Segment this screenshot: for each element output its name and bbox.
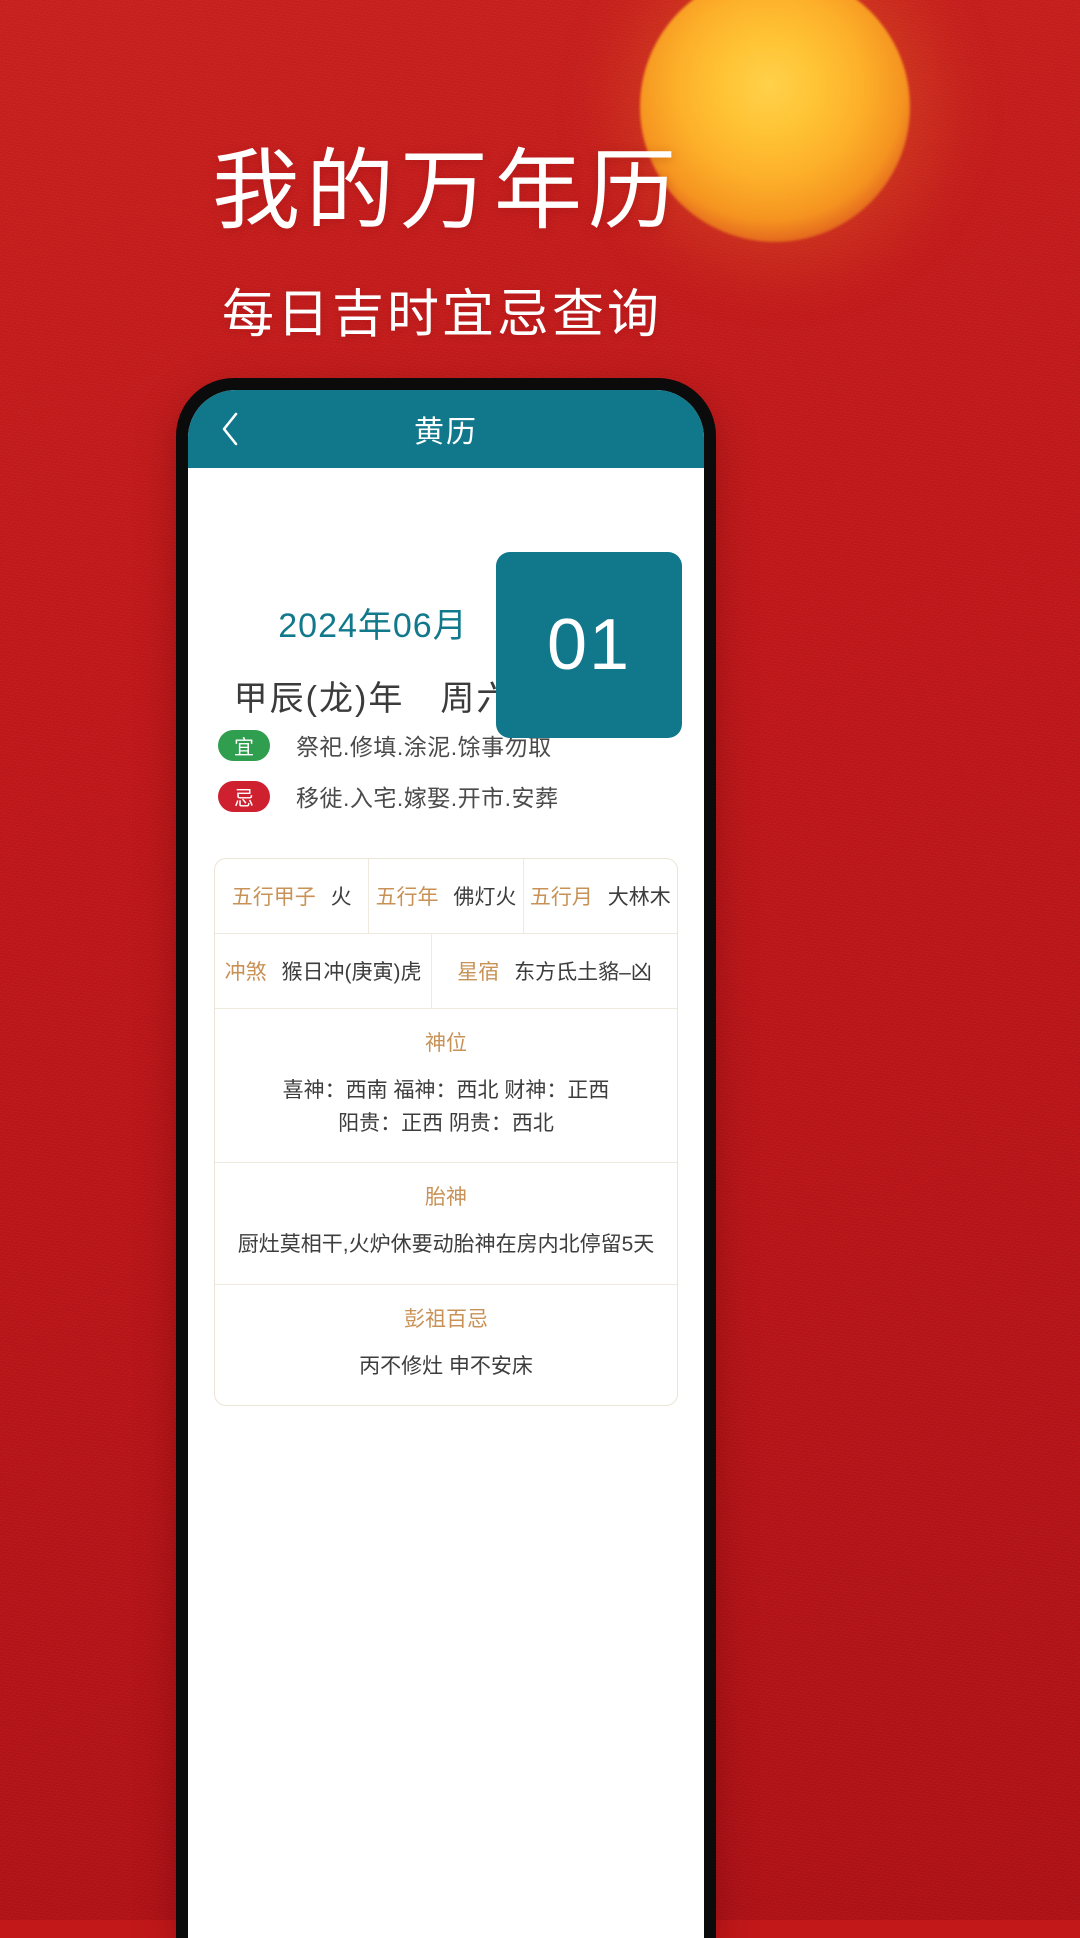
info-value: 火	[330, 886, 352, 909]
page-title: 我的万年历	[212, 141, 683, 240]
info-label: 星宿	[457, 961, 500, 984]
table-row: 冲煞 猴日冲(庚寅)虎 星宿 东方氐土貉–凶	[215, 934, 677, 1009]
date-text-group: 2024年06月 甲辰(龙)年 周六	[208, 598, 538, 720]
info-value: 大林木	[607, 886, 671, 909]
ji-text: 移徙.入宅.嫁娶.开市.安葬	[296, 785, 559, 811]
info-block-body: 厨灶莫相干,火炉休要动胎神在房内北停留5天	[229, 1229, 663, 1262]
yi-badge: 宜	[218, 729, 270, 761]
info-block-shenwei: 神位 喜神：西南 福神：西北 财神：正西 阳贵：正西 阴贵：西北	[215, 1009, 677, 1164]
almanac-info-card: 五行甲子 火 五行年 佛灯火 五行月 大林木 冲煞 猴日冲(庚寅)虎 星宿 东方…	[214, 858, 678, 1407]
info-label: 五行甲子	[231, 886, 316, 909]
info-block-title: 彭祖百忌	[404, 1307, 488, 1331]
info-block-body: 丙不修灶 申不安床	[229, 1351, 663, 1384]
info-label: 冲煞	[224, 961, 267, 984]
ji-badge: 忌	[218, 780, 270, 812]
info-block-pengzu: 彭祖百忌 丙不修灶 申不安床	[215, 1285, 677, 1406]
app-header: 黄历	[188, 390, 704, 468]
info-value: 猴日冲(庚寅)虎	[281, 961, 422, 984]
info-block-line-1: 喜神：西南 福神：西北 财神：正西	[282, 1079, 610, 1102]
page-subtitle: 每日吉时宜忌查询	[222, 286, 663, 344]
info-block-line-1: 丙不修灶 申不安床	[359, 1354, 533, 1378]
info-block-title: 神位	[425, 1032, 467, 1055]
info-block-title: 胎神	[425, 1186, 467, 1210]
info-cell-wuxing-month: 五行月 大林木	[524, 859, 677, 933]
table-row: 五行甲子 火 五行年 佛灯火 五行月 大林木	[215, 859, 677, 934]
info-value: 佛灯火	[453, 886, 517, 909]
ji-row: 忌 移徙.入宅.嫁娶.开市.安葬	[218, 779, 674, 813]
info-cell-xingxiu: 星宿 东方氐土貉–凶	[432, 934, 677, 1008]
info-cell-chongsha: 冲煞 猴日冲(庚寅)虎	[215, 934, 433, 1008]
ganzhi-weekday-label: 甲辰(龙)年 周六	[233, 680, 513, 718]
info-block-taishen: 胎神 厨灶莫相干,火炉休要动胎神在房内北停留5天	[215, 1163, 677, 1285]
info-block-line-1: 厨灶莫相干,火炉休要动胎神在房内北停留5天	[237, 1233, 655, 1257]
info-block-line-2: 阳贵：正西 阴贵：西北	[338, 1111, 554, 1135]
info-label: 五行月	[529, 886, 593, 909]
chevron-left-icon	[219, 411, 241, 447]
date-summary-section: 2024年06月 甲辰(龙)年 周六 01	[188, 468, 704, 738]
app-title: 黄历	[414, 416, 478, 449]
day-number-tile[interactable]: 01	[496, 552, 682, 738]
info-value: 东方氐土貉–凶	[514, 961, 652, 984]
info-label: 五行年	[375, 886, 439, 909]
year-month-label: 2024年06月	[278, 607, 468, 645]
phone-mockup-frame: 黄历 2024年06月 甲辰(龙)年 周六 01 宜 祭祀.修填.涂泥.馀事勿取…	[176, 378, 716, 1938]
back-button[interactable]	[210, 409, 250, 449]
day-number: 01	[546, 605, 632, 685]
info-cell-wuxing-jiazi: 五行甲子 火	[215, 859, 370, 933]
info-block-body: 喜神：西南 福神：西北 财神：正西 阳贵：正西 阴贵：西北	[229, 1075, 663, 1140]
phone-screen: 黄历 2024年06月 甲辰(龙)年 周六 01 宜 祭祀.修填.涂泥.馀事勿取…	[188, 390, 704, 1938]
info-cell-wuxing-year: 五行年 佛灯火	[369, 859, 524, 933]
